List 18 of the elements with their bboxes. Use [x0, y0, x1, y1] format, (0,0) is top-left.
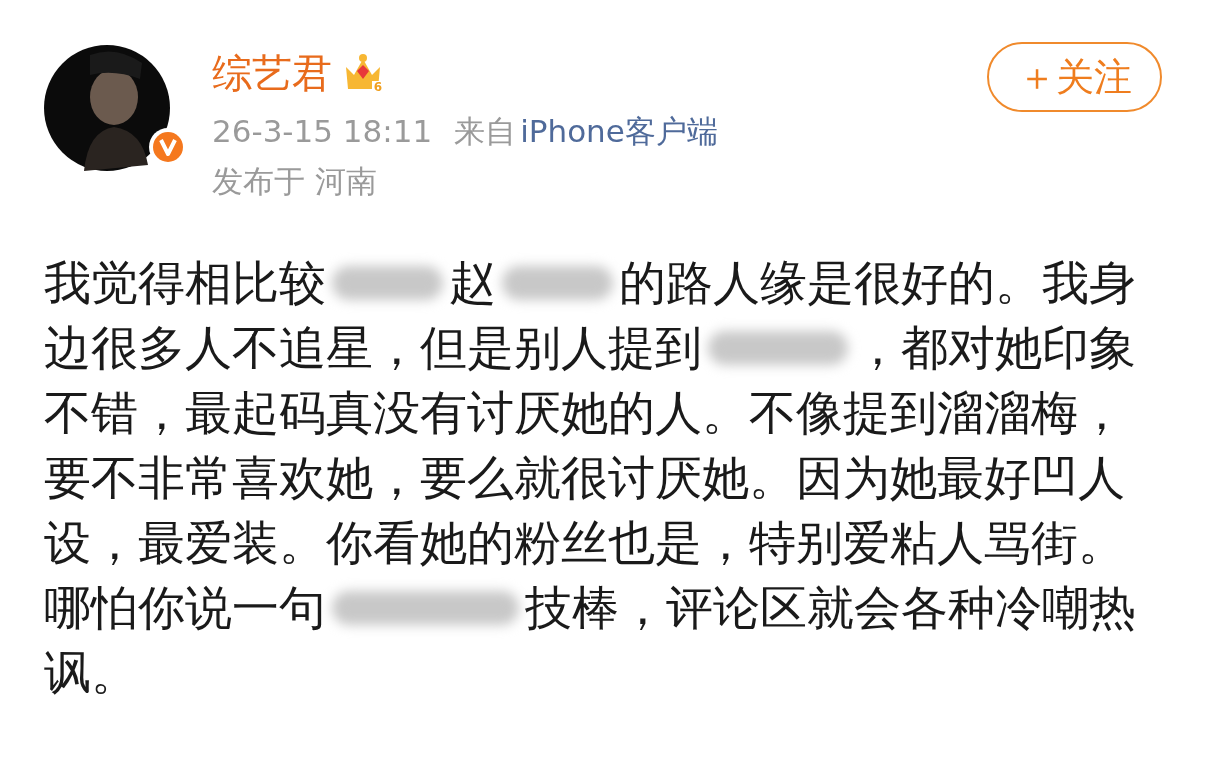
post-text: 要不非常喜欢她，要么就很讨厌她。因为她最好凹人 [44, 449, 1125, 507]
post-text: 的路人缘是很好的。我身 [619, 254, 1136, 312]
post-text: 不错，最起码真没有讨厌她的人。不像提到溜溜梅， [44, 384, 1125, 442]
author-name[interactable]: 综艺君 [212, 53, 332, 93]
post-text: 赵 [449, 254, 496, 312]
post-text: 哪怕你说一句 [44, 579, 326, 637]
post-text: ，都对她印象 [854, 319, 1136, 377]
post-text: 讽。 [44, 644, 138, 702]
source-link[interactable]: iPhone客户端 [520, 109, 718, 153]
post-text: 边很多人不追星，但是别人提到 [44, 319, 702, 377]
post-text: 技棒，评论区就会各种冷嘲热 [525, 579, 1136, 637]
avatar[interactable] [44, 45, 170, 171]
source-label: 来自 [454, 112, 517, 151]
post-location: 发布于 河南 [212, 162, 378, 201]
post-text: 设，最爱装。你看她的粉丝也是，特别爱粘人骂街。 [44, 514, 1125, 572]
follow-button[interactable]: ＋关注 [987, 42, 1162, 112]
post-time: 26-3-15 18:11 [212, 112, 433, 151]
post-text: 我觉得相比较 [44, 254, 326, 312]
